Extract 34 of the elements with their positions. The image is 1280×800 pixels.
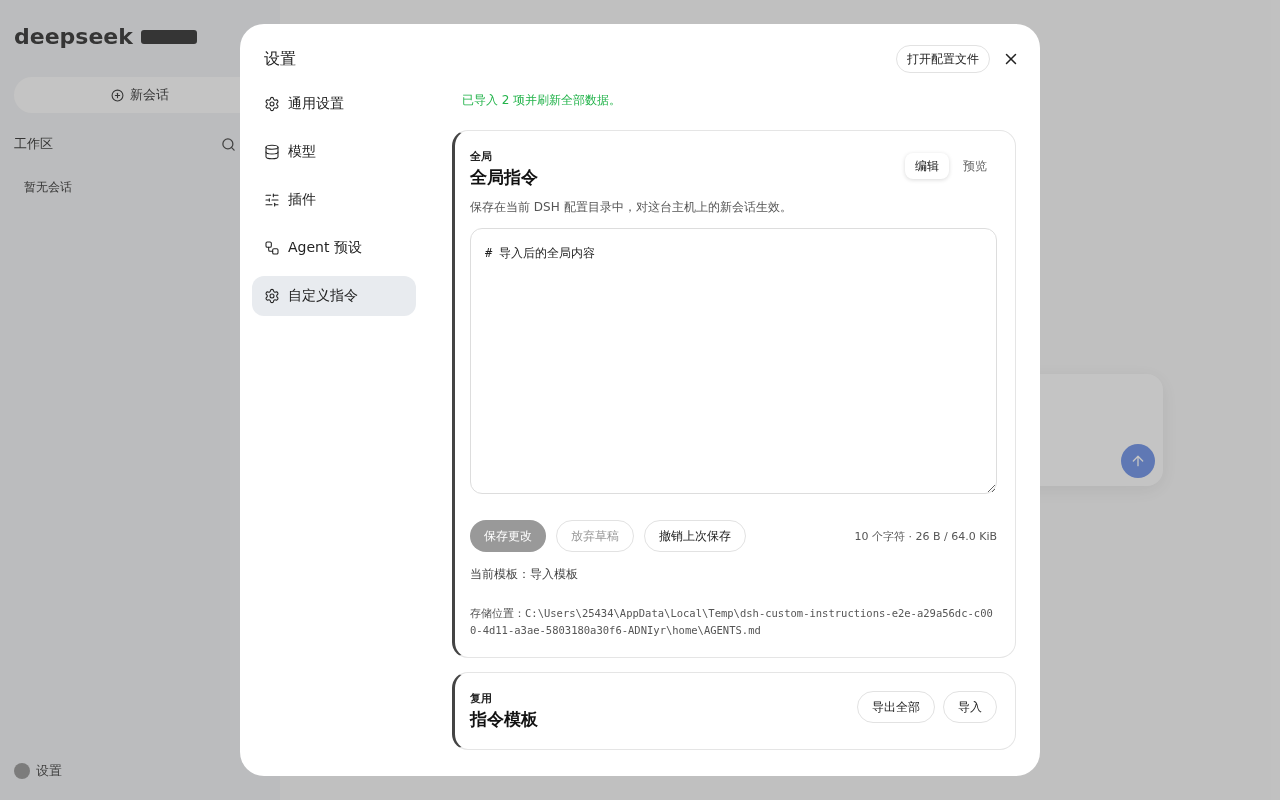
card-eyebrow: 全局 bbox=[470, 149, 493, 164]
mode-tab[interactable]: 预览 bbox=[953, 153, 997, 179]
card-eyebrow: 复用 bbox=[470, 691, 493, 706]
search-icon[interactable] bbox=[221, 136, 236, 152]
card-description: 保存在当前 DSH 配置目录中，对这台主机上的新会话生效。 bbox=[470, 199, 793, 216]
storage-path: 存储位置：C:\Users\25434\AppData\Local\Temp\dsh-custom-instructions-e2e-a29a56dc-c000-4d11-a3ae-5803180a30f6-ADNIyr\home\AGENTS.md bbox=[470, 606, 994, 638]
card-title: 指令模板 bbox=[470, 708, 538, 731]
section-label: 工作区 bbox=[14, 135, 53, 153]
mode-tab[interactable]: 编辑 bbox=[905, 153, 949, 179]
database-icon bbox=[264, 144, 280, 160]
gear-icon bbox=[264, 288, 280, 304]
nav-item[interactable]: Agent 预设 bbox=[252, 228, 416, 268]
sliders-icon bbox=[264, 192, 280, 208]
open-config-button[interactable]: 打开配置文件 bbox=[896, 45, 990, 73]
nav-item[interactable]: 自定义指令 bbox=[252, 276, 416, 316]
success-message: 已导入 2 项并刷新全部数据。 bbox=[462, 92, 623, 109]
template-button[interactable]: 导入 bbox=[943, 691, 997, 723]
settings-link[interactable]: 设置 bbox=[14, 762, 266, 780]
gear-icon bbox=[264, 96, 280, 112]
empty-message: 暂无会话 bbox=[24, 179, 73, 196]
send-button[interactable] bbox=[1121, 444, 1155, 478]
dialog-title: 设置 bbox=[264, 48, 296, 70]
nav-item[interactable]: 模型 bbox=[252, 132, 416, 172]
template-button[interactable]: 导出全部 bbox=[857, 691, 935, 723]
current-template: 当前模板：导入模板 bbox=[470, 566, 579, 583]
plus-icon bbox=[111, 88, 124, 102]
size-stats: 10 个字符 · 26 B / 64.0 KiB bbox=[854, 528, 997, 544]
card-title: 全局指令 bbox=[470, 166, 538, 189]
nav-item[interactable]: 插件 bbox=[252, 180, 416, 220]
instruction-editor[interactable]: # 导入后的全局内容 bbox=[470, 228, 997, 494]
version-badge bbox=[140, 29, 197, 44]
brand-name: deepseek bbox=[14, 24, 133, 49]
nodes-icon bbox=[264, 240, 280, 256]
action-button[interactable]: 撤销上次保存 bbox=[644, 520, 746, 552]
